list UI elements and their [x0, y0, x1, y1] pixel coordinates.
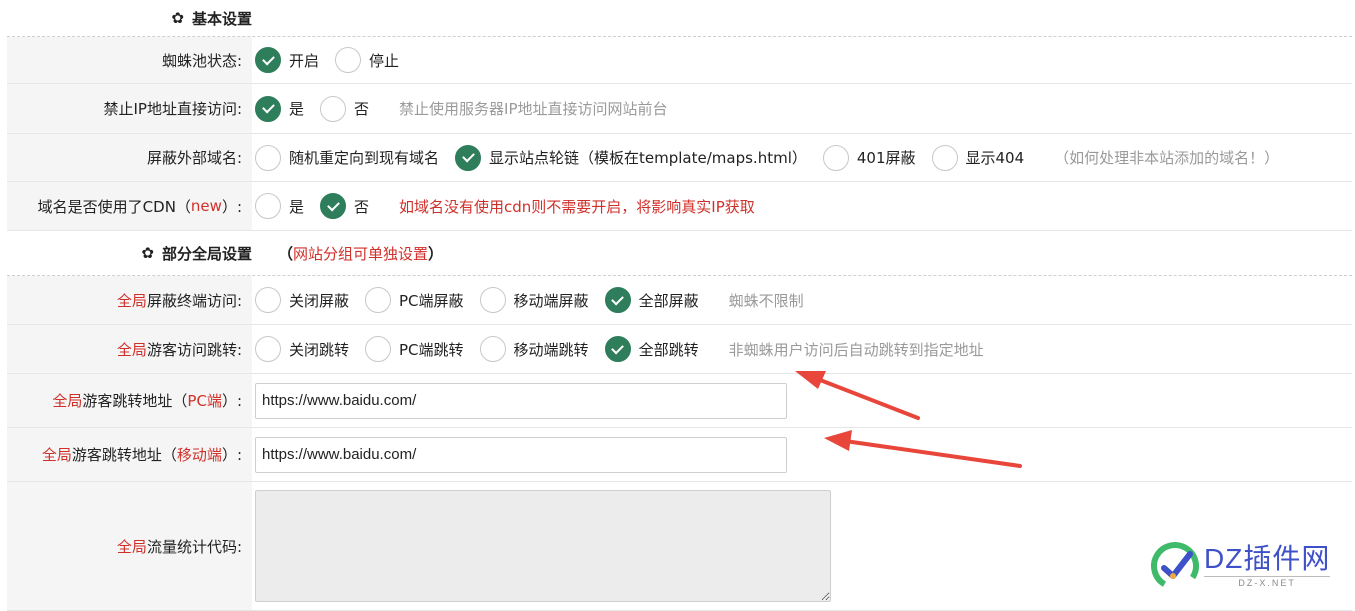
radio-empty-icon[interactable] [255, 144, 281, 171]
section-global-note: （网站分组可单独设置） [278, 244, 444, 263]
section-basic-title: 基本设置 [191, 9, 252, 28]
ban-ip-hint: 禁止使用服务器IP地址直接访问网站前台 [399, 100, 668, 118]
radio-checked-icon[interactable] [255, 47, 281, 73]
radio-empty-icon[interactable] [255, 287, 281, 313]
block-domain-maps-option[interactable]: 显示站点轮链（模板在template/maps.html） [455, 144, 807, 171]
cdn-no-option[interactable]: 否 [320, 193, 369, 219]
gear-icon: ✿ [171, 8, 184, 27]
radio-checked-icon[interactable] [604, 336, 631, 362]
settings-panel: ✿ 基本设置 蜘蛛池状态: 开启 停止 禁止IP地址直接访问: 是 否 禁止使用… [7, 0, 1352, 611]
radio-empty-icon[interactable] [931, 144, 958, 171]
radio-empty-icon[interactable] [822, 144, 849, 171]
row-pc-url: 全局 游客跳转地址（ PC端）: [7, 374, 1352, 428]
block-terminal-label: 全局 屏蔽终端访问: [7, 276, 252, 324]
section-global-title: 部分全局设置 [161, 244, 252, 263]
redirect-mobile-option[interactable]: 移动端跳转 [479, 336, 589, 362]
mobile-url-input[interactable] [255, 436, 787, 473]
spider-status-label: 蜘蛛池状态: [7, 37, 252, 83]
radio-empty-icon[interactable] [479, 336, 506, 362]
cdn-label: 域名是否使用了CDN（ new）: [7, 182, 252, 230]
mobile-url-label: 全局 游客跳转地址（ 移动端）: [7, 428, 252, 481]
row-cdn: 域名是否使用了CDN（ new）: 是 否 如域名没有使用cdn则不需要开启，将影… [7, 182, 1352, 231]
terminal-off-option[interactable]: 关闭屏蔽 [255, 287, 349, 313]
radio-checked-icon[interactable] [455, 144, 482, 171]
pc-url-input[interactable] [255, 382, 787, 419]
ban-ip-label: 禁止IP地址直接访问: [7, 84, 252, 133]
section-basic: ✿ 基本设置 [7, 0, 1352, 37]
cdn-hint: 如域名没有使用cdn则不需要开启，将影响真实IP获取 [399, 197, 755, 216]
dz-logo-icon [1151, 542, 1199, 590]
pc-url-label: 全局 游客跳转地址（ PC端）: [7, 374, 252, 427]
visitor-redirect-label: 全局 游客访问跳转: [7, 325, 252, 373]
row-mobile-url: 全局 游客跳转地址（ 移动端）: [7, 428, 1352, 482]
redirect-off-option[interactable]: 关闭跳转 [255, 336, 349, 362]
terminal-all-option[interactable]: 全部屏蔽 [604, 287, 699, 313]
ban-ip-no-option[interactable]: 否 [320, 95, 369, 122]
redirect-pc-option[interactable]: PC端跳转 [365, 336, 464, 362]
row-visitor-redirect: 全局 游客访问跳转: 关闭跳转 PC端跳转 移动端跳转 全部跳转 非蜘蛛用户访问后… [7, 325, 1352, 374]
radio-empty-icon[interactable] [365, 336, 392, 362]
block-domain-redirect-option[interactable]: 随机重定向到现有域名 [255, 144, 439, 171]
gear-icon: ✿ [141, 243, 154, 262]
radio-empty-icon[interactable] [255, 193, 281, 219]
dz-logo-text: DZ插件网 [1204, 543, 1331, 574]
spider-status-on-option[interactable]: 开启 [255, 47, 319, 73]
row-spider-status: 蜘蛛池状态: 开启 停止 [7, 37, 1352, 84]
radio-empty-icon[interactable] [320, 95, 347, 122]
terminal-hint: 蜘蛛不限制 [728, 291, 804, 310]
section-global: ✿ 部分全局设置 （网站分组可单独设置） [7, 231, 1352, 276]
terminal-mobile-option[interactable]: 移动端屏蔽 [479, 287, 589, 313]
spider-status-off-option[interactable]: 停止 [335, 47, 399, 73]
block-domain-hint: （如何处理非本站添加的域名！） [1054, 149, 1280, 167]
block-domain-404-option[interactable]: 显示404 [931, 144, 1024, 171]
terminal-pc-option[interactable]: PC端屏蔽 [365, 287, 464, 313]
dz-logo-domain: DZ-X.NET [1204, 576, 1331, 588]
radio-empty-icon[interactable] [479, 287, 506, 313]
redirect-hint: 非蜘蛛用户访问后自动跳转到指定地址 [728, 340, 984, 359]
block-domain-label: 屏蔽外部域名: [7, 134, 252, 181]
radio-empty-icon[interactable] [335, 47, 362, 73]
radio-checked-icon[interactable] [255, 95, 281, 122]
redirect-all-option[interactable]: 全部跳转 [604, 336, 699, 362]
stats-code-textarea[interactable] [255, 490, 831, 602]
radio-empty-icon[interactable] [255, 336, 281, 362]
stats-code-label: 全局 流量统计代码: [7, 482, 252, 610]
dz-watermark-logo: DZ插件网 DZ-X.NET [1150, 536, 1350, 596]
row-block-terminal: 全局 屏蔽终端访问: 关闭屏蔽 PC端屏蔽 移动端屏蔽 全部屏蔽 蜘蛛不限制 [7, 276, 1352, 325]
row-block-domain: 屏蔽外部域名: 随机重定向到现有域名 显示站点轮链（模板在template/ma… [7, 134, 1352, 182]
block-domain-401-option[interactable]: 401屏蔽 [822, 144, 916, 171]
cdn-yes-option[interactable]: 是 [255, 193, 304, 219]
radio-checked-icon[interactable] [604, 287, 631, 313]
radio-empty-icon[interactable] [365, 287, 392, 313]
radio-checked-icon[interactable] [320, 193, 347, 219]
row-ban-ip: 禁止IP地址直接访问: 是 否 禁止使用服务器IP地址直接访问网站前台 [7, 84, 1352, 134]
ban-ip-yes-option[interactable]: 是 [255, 95, 304, 122]
